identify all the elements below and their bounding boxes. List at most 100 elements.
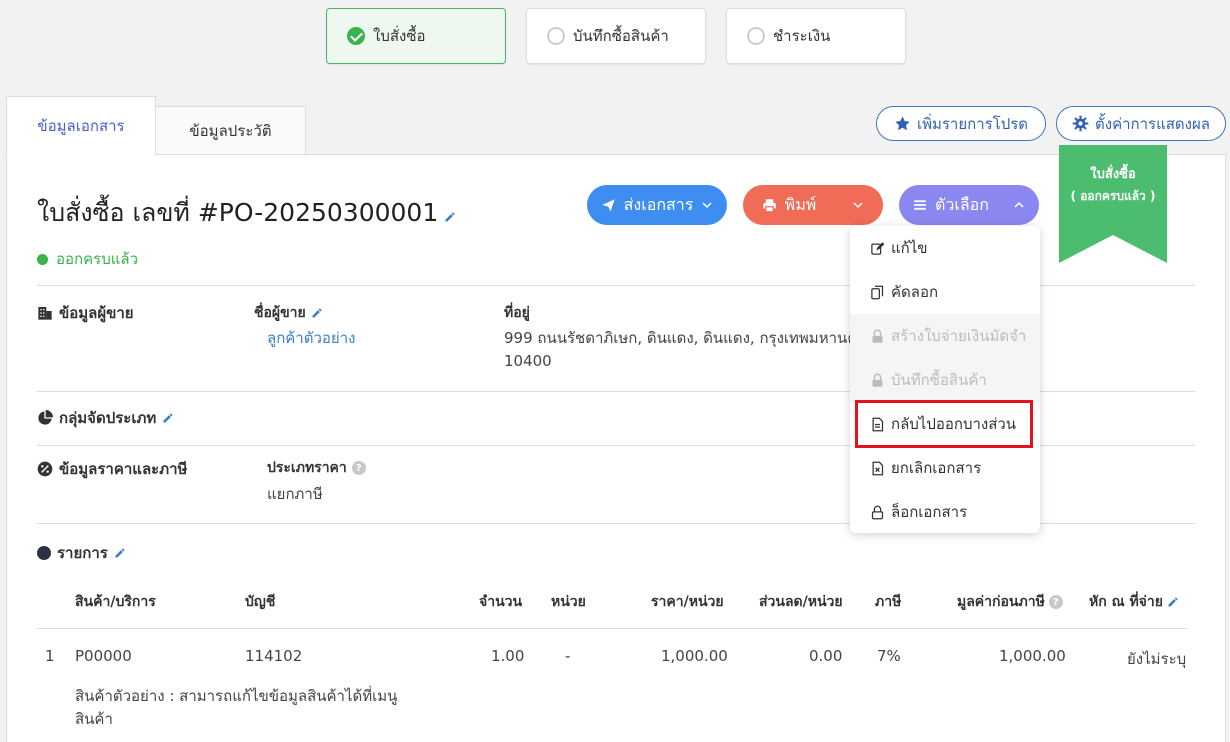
- status-dot-icon: [37, 253, 48, 265]
- paper-plane-icon: [601, 198, 615, 212]
- category-title-text: กลุ่มจัดประเภท: [59, 409, 157, 427]
- menu-item-cancel-document[interactable]: ยกเลิกเอกสาร: [850, 446, 1040, 490]
- menu-item-label: บันทึกซื้อสินค้า: [891, 371, 987, 389]
- pencil-icon[interactable]: [162, 412, 174, 424]
- send-label: ส่งเอกสาร: [623, 194, 694, 214]
- quantity-value: 1.00: [491, 647, 525, 665]
- tab-label: ข้อมูลเอกสาร: [37, 117, 125, 135]
- step-label: บันทึกซื้อสินค้า: [573, 27, 669, 45]
- step-record-purchase[interactable]: บันทึกซื้อสินค้า: [526, 8, 706, 64]
- pencil-icon[interactable]: [114, 547, 126, 559]
- step-label: ชำระเงิน: [773, 27, 831, 45]
- pencil-icon[interactable]: [444, 211, 456, 223]
- seller-name-label-text: ชื่อผู้ขาย: [254, 305, 306, 321]
- column-header-discount: ส่วนลด/หน่วย: [759, 594, 843, 610]
- pencil-icon[interactable]: [1167, 596, 1179, 608]
- document-title: ใบสั่งซื้อ เลขที่ #PO-20250300001: [37, 198, 439, 227]
- address-line1: 999 ถนนรัชดาภิเษก, ดินแดง, ดินแดง, กรุงเ…: [504, 329, 871, 347]
- menu-item-lock-document[interactable]: ล็อกเอกสาร: [850, 490, 1040, 534]
- menu-item-label: ยกเลิกเอกสาร: [891, 459, 982, 477]
- ribbon-line1: ใบสั่งซื้อ: [1090, 167, 1136, 182]
- items-title-text: รายการ: [57, 544, 108, 562]
- ribbon-line2: ( ออกครบแล้ว ): [1070, 189, 1156, 203]
- favorite-label: เพิ่มรายการโปรด: [916, 114, 1029, 133]
- unit-value: -: [565, 647, 571, 665]
- printer-icon: [762, 198, 776, 212]
- add-favorite-button[interactable]: เพิ่มรายการโปรด: [876, 106, 1046, 141]
- send-document-button[interactable]: ส่งเอกสาร: [587, 185, 727, 225]
- menu-item-revert-partial[interactable]: กลับไปออกบางส่วน: [855, 400, 1033, 448]
- price-type-value: แยกภาษี: [267, 485, 323, 503]
- price-type-label: ประเภทราคา ?: [267, 457, 366, 479]
- column-header-tax: ภาษี: [875, 594, 902, 610]
- star-icon: [895, 116, 910, 131]
- product-code-link[interactable]: P00000: [75, 647, 132, 665]
- document-card: ใบสั่งซื้อ เลขที่ #PO-20250300001 ออกครบ…: [6, 145, 1226, 742]
- print-button[interactable]: พิมพ์: [743, 185, 883, 225]
- menu-item-edit[interactable]: แก้ไข: [850, 226, 1040, 270]
- description-line2: สินค้า: [75, 710, 113, 729]
- menu-item-label: กลับไปออกบางส่วน: [891, 415, 1017, 433]
- empty-circle-icon: [547, 27, 565, 45]
- column-header-account: บัญชี: [245, 594, 276, 610]
- status-badge: ออกครบแล้ว: [37, 247, 138, 271]
- step-payment[interactable]: ชำระเงิน: [726, 8, 906, 64]
- document-icon: [872, 417, 884, 431]
- menu-item-label: สร้างใบจ่ายเงินมัดจำ: [891, 327, 1027, 345]
- menu-item-label: แก้ไข: [891, 239, 928, 257]
- chevron-down-icon: [853, 202, 863, 209]
- column-header-product: สินค้า/บริการ: [75, 594, 156, 610]
- step-purchase-order[interactable]: ใบสั่งซื้อ: [326, 8, 506, 64]
- seller-name-link[interactable]: ลูกค้าตัวอย่าง: [267, 327, 355, 350]
- chevron-down-icon: [702, 202, 712, 209]
- seller-section-title: ข้อมูลผู้ขาย: [37, 301, 134, 325]
- column-header-wht: หัก ณ ที่จ่าย: [1089, 591, 1179, 613]
- chevron-up-icon: [1014, 201, 1024, 208]
- status-ribbon: ใบสั่งซื้อ ( ออกครบแล้ว ): [1059, 145, 1167, 263]
- settings-label: ตั้งค่าการแสดงผล: [1095, 114, 1210, 133]
- cancel-document-icon: [872, 461, 884, 475]
- gear-icon: [1072, 115, 1089, 132]
- seller-title-text: ข้อมูลผู้ขาย: [59, 304, 134, 322]
- pricing-section-title: ข้อมูลราคาและภาษี: [37, 457, 187, 481]
- divider: [37, 628, 1187, 629]
- display-settings-button[interactable]: ตั้งค่าการแสดงผล: [1056, 106, 1226, 141]
- circle-icon: [37, 546, 51, 560]
- empty-circle-icon: [747, 27, 765, 45]
- seller-name-label: ชื่อผู้ขาย: [254, 302, 323, 324]
- column-header-price: ราคา/หน่วย: [651, 594, 724, 610]
- pencil-icon[interactable]: [311, 307, 323, 319]
- column-header-qty: จำนวน: [479, 594, 523, 610]
- help-icon[interactable]: ?: [1048, 595, 1063, 609]
- options-dropdown-menu: แก้ไข คัดลอก สร้างใบจ่ายเงินมัดจำ บันทึก…: [850, 226, 1040, 533]
- page-title: ใบสั่งซื้อ เลขที่ #PO-20250300001: [37, 193, 456, 233]
- status-text: ออกครบแล้ว: [56, 250, 138, 268]
- pretax-header-text: มูลค่าก่อนภาษี: [957, 594, 1045, 610]
- product-description: สินค้าตัวอย่าง : สามารถแก้ไขข้อมูลสินค้า…: [75, 685, 397, 732]
- address-value: 999 ถนนรัชดาภิเษก, ดินแดง, ดินแดง, กรุงเ…: [504, 327, 870, 374]
- menu-item-label: คัดลอก: [891, 283, 939, 301]
- pretax-value: 1,000.00: [999, 647, 1066, 665]
- account-code: 114102: [245, 647, 303, 665]
- price-type-label-text: ประเภทราคา: [267, 460, 347, 476]
- percent-badge-icon: [37, 461, 53, 477]
- options-label: ตัวเลือก: [935, 194, 989, 214]
- column-header-unit: หน่วย: [551, 594, 586, 610]
- menu-item-create-deposit: สร้างใบจ่ายเงินมัดจำ: [850, 314, 1040, 358]
- step-label: ใบสั่งซื้อ: [373, 27, 426, 45]
- check-circle-icon: [347, 27, 365, 45]
- edit-icon: [871, 241, 885, 255]
- building-icon: [38, 307, 52, 320]
- pie-chart-icon: [38, 410, 53, 425]
- wht-value: ยังไม่ระบุ: [1127, 650, 1187, 668]
- menu-item-label: ล็อกเอกสาร: [891, 503, 968, 521]
- help-icon[interactable]: ?: [351, 461, 366, 475]
- tab-history[interactable]: ข้อมูลประวัติ: [155, 106, 306, 156]
- menu-item-copy[interactable]: คัดลอก: [850, 270, 1040, 314]
- options-button[interactable]: ตัวเลือก: [899, 185, 1039, 225]
- price-value: 1,000.00: [661, 647, 728, 665]
- tab-document-info[interactable]: ข้อมูลเอกสาร: [6, 96, 156, 156]
- tax-value: 7%: [877, 647, 901, 665]
- padlock-icon: [871, 505, 884, 519]
- items-section-title: รายการ: [37, 541, 126, 565]
